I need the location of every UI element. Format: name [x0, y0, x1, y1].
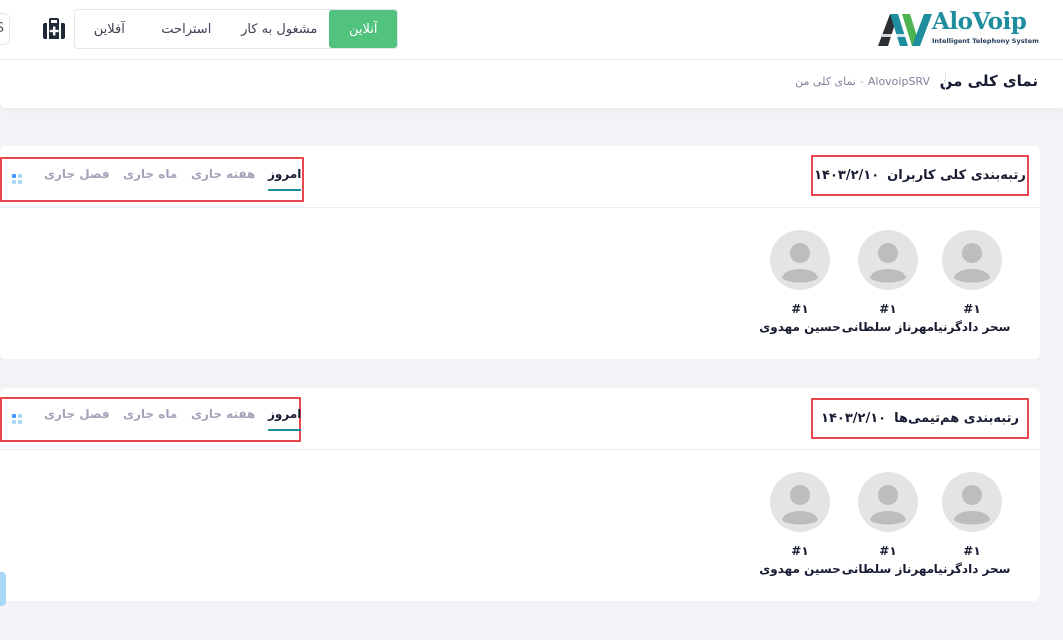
subheader: نمای کلی من نمای کلی من - AlovoipSRV: [0, 60, 1063, 108]
grid-dots-icon[interactable]: [11, 413, 23, 425]
user-name: حسین مهدوی: [759, 562, 841, 576]
card-date: ۱۴۰۳/۲/۱۰: [821, 411, 887, 426]
edge-button[interactable]: S: [0, 13, 10, 45]
card-date: ۱۴۰۳/۲/۱۰: [814, 168, 880, 183]
status-offline-button[interactable]: آفلاین: [75, 10, 144, 48]
status-busy-button[interactable]: مشغول به کار: [229, 10, 329, 48]
ranked-user: #۱ حسین مهدوی: [750, 472, 850, 576]
period-tabs: فصل جاری ماه جاری هفته جاری امروز: [0, 157, 304, 202]
card-title: رتبه‌بندی کلی کاربران ۱۴۰۳/۲/۱۰: [811, 155, 1029, 196]
first-aid-kit-icon[interactable]: [42, 18, 66, 40]
tab-current-season[interactable]: فصل جاری: [44, 407, 110, 429]
avatar-placeholder-icon: [858, 472, 918, 532]
ranked-user: #۱ مهرناز سلطانی: [838, 230, 938, 334]
tab-current-week[interactable]: هفته جاری: [191, 167, 255, 189]
card-header: رتبه‌بندی هم‌تیمی‌ها ۱۴۰۳/۲/۱۰ فصل جاری …: [0, 388, 1040, 450]
user-rank: #۱: [791, 544, 809, 558]
avatar-placeholder-icon: [770, 472, 830, 532]
card-header: رتبه‌بندی کلی کاربران ۱۴۰۳/۲/۱۰ فصل جاری…: [0, 146, 1040, 208]
title-divider: [945, 72, 946, 90]
tab-current-week[interactable]: هفته جاری: [191, 407, 255, 429]
user-rank: #۱: [879, 302, 897, 316]
avatar-placeholder-icon: [858, 230, 918, 290]
user-name: مهرناز سلطانی: [841, 320, 935, 334]
breadcrumb-item-root[interactable]: AlovoipSRV: [868, 75, 930, 88]
tab-current-month[interactable]: ماه جاری: [123, 167, 177, 189]
side-panel-toggle[interactable]: [0, 572, 6, 606]
breadcrumb-separator: -: [859, 75, 864, 88]
status-rest-button[interactable]: استراحت: [144, 10, 229, 48]
brand-logo[interactable]: AloVoip Intelligent Telephony System: [876, 8, 1041, 48]
card-title-text: رتبه‌بندی هم‌تیمی‌ها: [894, 411, 1019, 426]
card-title: رتبه‌بندی هم‌تیمی‌ها ۱۴۰۳/۲/۱۰: [811, 398, 1029, 439]
period-tabs: فصل جاری ماه جاری هفته جاری امروز: [0, 397, 302, 442]
tab-today[interactable]: امروز: [268, 407, 302, 431]
logo-mark-icon: [878, 14, 932, 46]
ranking-card-teammates: رتبه‌بندی هم‌تیمی‌ها ۱۴۰۳/۲/۱۰ فصل جاری …: [0, 388, 1040, 601]
top-bar: S آفلاین استراحت مشغول به کار آنلاین Alo…: [0, 0, 1063, 60]
avatar-placeholder-icon: [942, 472, 1002, 532]
logo-text: AloVoip: [932, 8, 1027, 35]
ranked-user: #۱ مهرناز سلطانی: [838, 472, 938, 576]
user-rank: #۱: [879, 544, 897, 558]
ranked-user: #۱ حسین مهدوی: [750, 230, 850, 334]
status-online-button[interactable]: آنلاین: [329, 10, 397, 48]
avatar-placeholder-icon: [942, 230, 1002, 290]
tab-today[interactable]: امروز: [268, 167, 302, 191]
agent-status-switcher: آفلاین استراحت مشغول به کار آنلاین: [74, 9, 398, 49]
avatar-placeholder-icon: [770, 230, 830, 290]
user-name: حسین مهدوی: [759, 320, 841, 334]
tab-current-season[interactable]: فصل جاری: [44, 167, 110, 189]
ranking-card-all-users: رتبه‌بندی کلی کاربران ۱۴۰۳/۲/۱۰ فصل جاری…: [0, 146, 1040, 359]
user-rank: #۱: [791, 302, 809, 316]
logo-tagline: Intelligent Telephony System: [932, 37, 1039, 45]
user-name: مهرناز سلطانی: [841, 562, 935, 576]
breadcrumb-item-current[interactable]: نمای کلی من: [795, 75, 856, 88]
page-title: نمای کلی من: [939, 72, 1038, 90]
breadcrumb: نمای کلی من - AlovoipSRV: [793, 75, 932, 88]
card-title-text: رتبه‌بندی کلی کاربران: [887, 168, 1026, 183]
grid-dots-icon[interactable]: [11, 173, 23, 185]
tab-current-month[interactable]: ماه جاری: [123, 407, 177, 429]
